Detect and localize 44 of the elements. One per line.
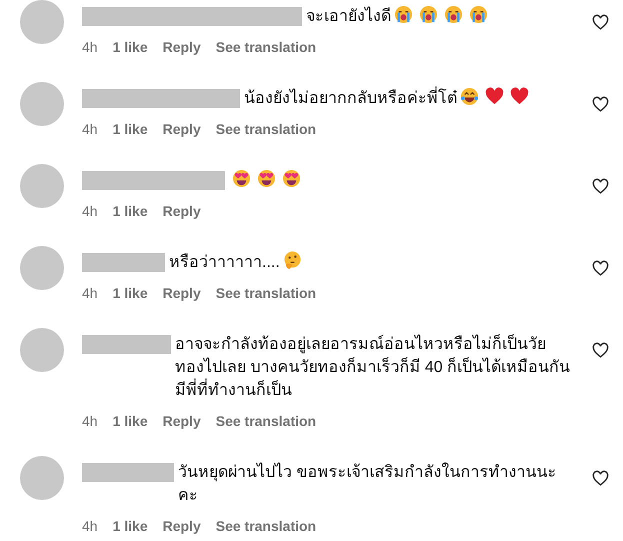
comment-time: 4h <box>82 202 98 220</box>
see-translation-link[interactable]: See translation <box>216 412 316 430</box>
see-translation-link[interactable]: See translation <box>216 284 316 302</box>
heart-icon <box>485 87 504 106</box>
reply-link[interactable]: Reply <box>162 284 201 302</box>
heart-eyes-face-icon <box>282 169 301 188</box>
heart-eyes-face-icon <box>257 169 276 188</box>
comment-time: 4h <box>82 38 98 56</box>
likes-count[interactable]: 1 like <box>112 38 148 56</box>
heart-icon <box>510 87 529 106</box>
reply-link[interactable]: Reply <box>162 517 201 535</box>
comment-time: 4h <box>82 120 98 138</box>
reply-link[interactable]: Reply <box>162 120 201 138</box>
comment-text: จะเอายังไงดี <box>306 8 391 25</box>
likes-count[interactable]: 1 like <box>112 517 148 535</box>
likes-count[interactable]: 1 like <box>112 412 148 430</box>
likes-count[interactable]: 1 like <box>112 284 148 302</box>
reply-link[interactable]: Reply <box>162 38 201 56</box>
crying-face-icon <box>444 5 463 24</box>
comment-text: วันหยุดผ่านไปไว ขอพระเจ้าเสริมกำลังในการทำงานนะคะ <box>178 464 556 504</box>
see-translation-link[interactable]: See translation <box>216 38 316 56</box>
crying-face-icon <box>419 5 438 24</box>
crying-face-icon <box>469 5 488 24</box>
see-translation-link[interactable]: See translation <box>216 120 316 138</box>
comment-time: 4h <box>82 412 98 430</box>
reply-link[interactable]: Reply <box>162 412 201 430</box>
heart-icon[interactable] <box>592 178 609 195</box>
heart-eyes-face-icon <box>232 169 251 188</box>
see-translation-link[interactable]: See translation <box>216 517 316 535</box>
crying-face-icon <box>394 5 413 24</box>
comment-text: หรือว่าาาาาา.... <box>169 254 280 271</box>
laughing-face-icon <box>460 87 479 106</box>
heart-icon[interactable] <box>592 260 609 277</box>
likes-count[interactable]: 1 like <box>112 202 148 220</box>
heart-icon[interactable] <box>592 342 609 359</box>
thinking-face-icon <box>282 251 302 270</box>
heart-icon[interactable] <box>592 14 609 31</box>
comment-time: 4h <box>82 517 98 535</box>
reply-link[interactable]: Reply <box>162 202 201 220</box>
heart-icon[interactable] <box>592 470 609 487</box>
heart-icon[interactable] <box>592 96 609 113</box>
likes-count[interactable]: 1 like <box>112 120 148 138</box>
comment-text: อาจจะกำลังท้องอยู่เลยอารมณ์อ่อนไหวหรือไม่ก็เป็นวัยทองไปเลย บางคนวัยทองก็มาเร็วก็มี 40 ก็เป็นได้เหมือนกัน มีพี่ที่ทำงานก็เป็น <box>175 336 570 399</box>
comment-time: 4h <box>82 284 98 302</box>
